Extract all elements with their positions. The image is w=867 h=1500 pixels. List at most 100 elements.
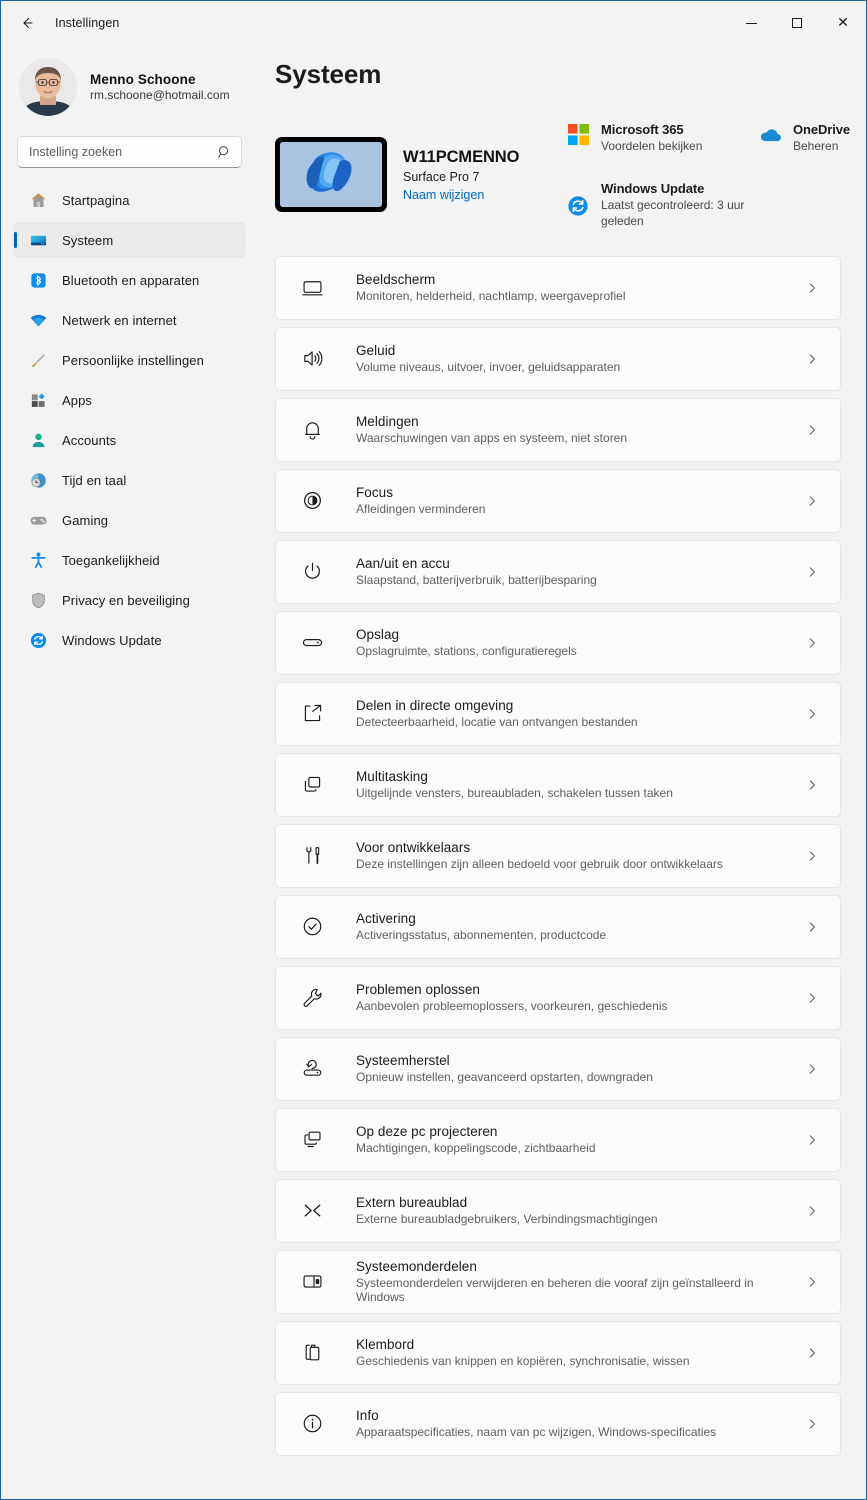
settings-row-title: Problemen oplossen: [356, 982, 480, 998]
back-button[interactable]: [11, 7, 43, 39]
sidebar-item-netwerk-en-internet[interactable]: Netwerk en internet: [13, 302, 246, 338]
settings-row-meldingen[interactable]: Meldingen Waarschuwingen van apps en sys…: [275, 397, 841, 462]
settings-row-text: Systeemherstel Opnieuw instellen, geavan…: [326, 1053, 805, 1084]
search-input[interactable]: [18, 145, 241, 159]
settings-row-subtitle: Apparaatspecificaties, naam van pc wijzi…: [356, 1425, 717, 1440]
device-thumbnail: [275, 137, 387, 213]
windows-update-card[interactable]: Windows Update Laatst gecontroleerd: 3 u…: [560, 177, 790, 234]
sidebar-item-bluetooth-en-apparaten[interactable]: Bluetooth en apparaten: [13, 262, 246, 298]
chevron-right-icon: [805, 1133, 823, 1147]
sidebar-item-systeem[interactable]: Systeem: [13, 222, 246, 258]
settings-row-subtitle: Slaapstand, batterijverbruik, batterijbe…: [356, 573, 597, 588]
settings-row-geluid[interactable]: Geluid Volume niveaus, uitvoer, invoer, …: [275, 326, 841, 391]
sidebar-item-apps[interactable]: Apps: [13, 382, 246, 418]
settings-row-title: Multitasking: [356, 769, 428, 785]
settings-row-text: Voor ontwikkelaars Deze instellingen zij…: [326, 840, 805, 871]
settings-row-text: Klembord Geschiedenis van knippen en kop…: [326, 1337, 805, 1368]
rename-device-link[interactable]: Naam wijzigen: [403, 188, 519, 202]
close-icon: ✕: [837, 15, 849, 31]
windows-bloom-wallpaper: [280, 142, 382, 208]
windows-update-text: Windows Update Laatst gecontroleerd: 3 u…: [601, 181, 761, 230]
sidebar-item-label: Windows Update: [62, 632, 162, 648]
settings-row-beeldscherm[interactable]: Beeldscherm Monitoren, helderheid, nacht…: [275, 255, 841, 320]
settings-row-systeemonderdelen[interactable]: Systeemonderdelen Systeemonderdelen verw…: [275, 1249, 841, 1314]
settings-row-systeemherstel[interactable]: Systeemherstel Opnieuw instellen, geavan…: [275, 1036, 841, 1101]
sidebar: Menno Schoone rm.schoone@hotmail.com Ins…: [1, 45, 258, 1499]
chevron-right-icon: [805, 352, 823, 366]
settings-row-voor-ontwikkelaars[interactable]: Voor ontwikkelaars Deze instellingen zij…: [275, 823, 841, 888]
chevron-right-icon: [805, 423, 823, 437]
chevron-right-icon: [805, 778, 823, 792]
account-email: rm.schoone@hotmail.com: [90, 88, 230, 102]
settings-row-title: Beeldscherm: [356, 272, 436, 288]
settings-row-subtitle: Detecteerbaarheid, locatie van ontvangen…: [356, 715, 638, 730]
settings-row-title: Info: [356, 1408, 379, 1424]
sidebar-item-privacy-en-beveiliging[interactable]: Privacy en beveiliging: [13, 582, 246, 618]
settings-row-activering[interactable]: Activering Activeringsstatus, abonnement…: [275, 894, 841, 959]
settings-row-title: Extern bureaublad: [356, 1195, 468, 1211]
home-icon: [28, 190, 48, 210]
search-box[interactable]: [17, 136, 242, 168]
settings-row-text: Problemen oplossen Aanbevolen probleemop…: [326, 982, 805, 1013]
settings-row-focus[interactable]: Focus Afleidingen verminderen: [275, 468, 841, 533]
minimize-icon: [745, 22, 757, 24]
settings-row-subtitle: Machtigingen, koppelingscode, zichtbaarh…: [356, 1141, 596, 1156]
account-card[interactable]: Menno Schoone rm.schoone@hotmail.com: [11, 45, 248, 126]
remote-desktop-icon: [298, 1199, 326, 1222]
sidebar-item-accounts[interactable]: Accounts: [13, 422, 246, 458]
sidebar-item-label: Privacy en beveiliging: [62, 592, 190, 608]
sidebar-item-toegankelijkheid[interactable]: Toegankelijkheid: [13, 542, 246, 578]
settings-row-text: Beeldscherm Monitoren, helderheid, nacht…: [326, 272, 805, 303]
accessibility-icon: [28, 550, 48, 570]
settings-row-op-deze-pc-projecteren[interactable]: Op deze pc projecteren Machtigingen, kop…: [275, 1107, 841, 1172]
settings-row-extern-bureaublad[interactable]: Extern bureaublad Externe bureaubladgebr…: [275, 1178, 841, 1243]
settings-row-klembord[interactable]: Klembord Geschiedenis van knippen en kop…: [275, 1320, 841, 1385]
settings-row-opslag[interactable]: Opslag Opslagruimte, stations, configura…: [275, 610, 841, 675]
settings-row-subtitle: Uitgelijnde vensters, bureaubladen, scha…: [356, 786, 673, 801]
chevron-right-icon: [805, 1346, 823, 1360]
sidebar-item-label: Toegankelijkheid: [62, 552, 160, 568]
settings-row-delen-in-directe-omgeving[interactable]: Delen in directe omgeving Detecteerbaarh…: [275, 681, 841, 746]
speaker-icon: [298, 347, 326, 370]
settings-row-text: Aan/uit en accu Slaapstand, batterijverb…: [326, 556, 805, 587]
components-icon: [298, 1270, 326, 1293]
sidebar-nav: Startpagina Systeem Bluetooth en apparat…: [11, 182, 248, 662]
clock-globe-icon: [28, 470, 48, 490]
chevron-right-icon: [805, 565, 823, 579]
sidebar-item-gaming[interactable]: Gaming: [13, 502, 246, 538]
settings-row-multitasking[interactable]: Multitasking Uitgelijnde vensters, burea…: [275, 752, 841, 817]
settings-row-text: Op deze pc projecteren Machtigingen, kop…: [326, 1124, 805, 1155]
page-title: Systeem: [275, 59, 382, 89]
wrench-icon: [298, 986, 326, 1009]
avatar: [19, 58, 77, 116]
settings-row-subtitle: Afleidingen verminderen: [356, 502, 486, 517]
chevron-right-icon: [805, 281, 823, 295]
onedrive-card[interactable]: OneDrive Beheren: [752, 118, 866, 159]
settings-row-subtitle: Waarschuwingen van apps en systeem, niet…: [356, 431, 628, 446]
sidebar-item-windows-update[interactable]: Windows Update: [13, 622, 246, 658]
settings-row-problemen-oplossen[interactable]: Problemen oplossen Aanbevolen probleemop…: [275, 965, 841, 1030]
account-name: Menno Schoone: [90, 72, 196, 87]
settings-row-text: Extern bureaublad Externe bureaubladgebr…: [326, 1195, 805, 1226]
maximize-button[interactable]: [774, 1, 820, 45]
device-info: W11PCMENNO Surface Pro 7 Naam wijzigen: [403, 148, 519, 202]
close-button[interactable]: ✕: [820, 1, 866, 45]
settings-row-subtitle: Systeemonderdelen verwijderen en beheren…: [356, 1276, 754, 1305]
settings-row-subtitle: Geschiedenis van knippen en kopiëren, sy…: [356, 1354, 690, 1369]
sidebar-item-startpagina[interactable]: Startpagina: [13, 182, 246, 218]
settings-row-title: Op deze pc projecteren: [356, 1124, 498, 1140]
maximize-icon: [792, 18, 802, 28]
settings-row-title: Focus: [356, 485, 394, 501]
settings-row-title: Opslag: [356, 627, 400, 643]
settings-row-title: Activering: [356, 911, 416, 927]
microsoft-365-subtitle: Voordelen bekijken: [601, 139, 703, 153]
settings-row-title: Geluid: [356, 343, 396, 359]
minimize-button[interactable]: [728, 1, 774, 45]
windows-update-title: Windows Update: [601, 180, 705, 196]
sidebar-item-persoonlijke-instellingen[interactable]: Persoonlijke instellingen: [13, 342, 246, 378]
settings-row-info[interactable]: Info Apparaatspecificaties, naam van pc …: [275, 1391, 841, 1456]
sidebar-item-tijd-en-taal[interactable]: Tijd en taal: [13, 462, 246, 498]
power-icon: [298, 560, 326, 583]
settings-row-aan-uit-en-accu[interactable]: Aan/uit en accu Slaapstand, batterijverb…: [275, 539, 841, 604]
microsoft-365-card[interactable]: Microsoft 365 Voordelen bekijken: [560, 118, 752, 159]
